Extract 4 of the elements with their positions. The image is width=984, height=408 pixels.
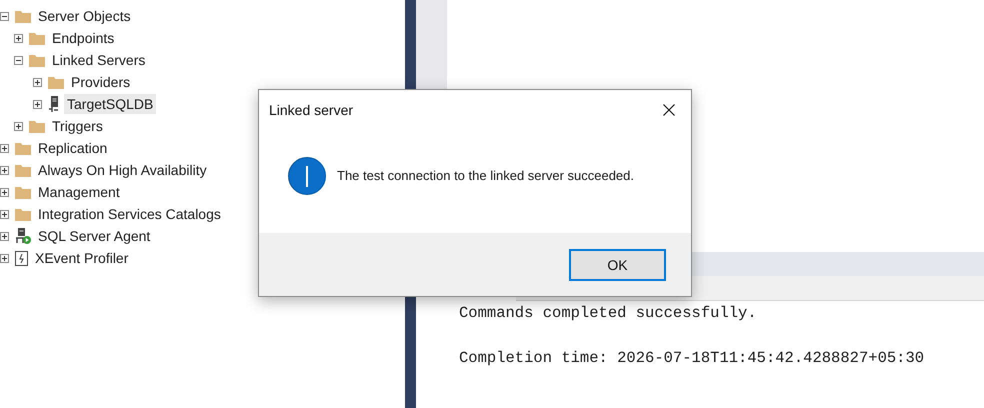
- message-line: Completion time: 2026-07-18T11:45:42.4288827+05:30: [459, 348, 926, 369]
- dialog-title: Linked server: [269, 102, 354, 118]
- message-line: Commands completed successfully.: [459, 303, 758, 324]
- dialog-message: The test connection to the linked server succeeded.: [337, 168, 634, 183]
